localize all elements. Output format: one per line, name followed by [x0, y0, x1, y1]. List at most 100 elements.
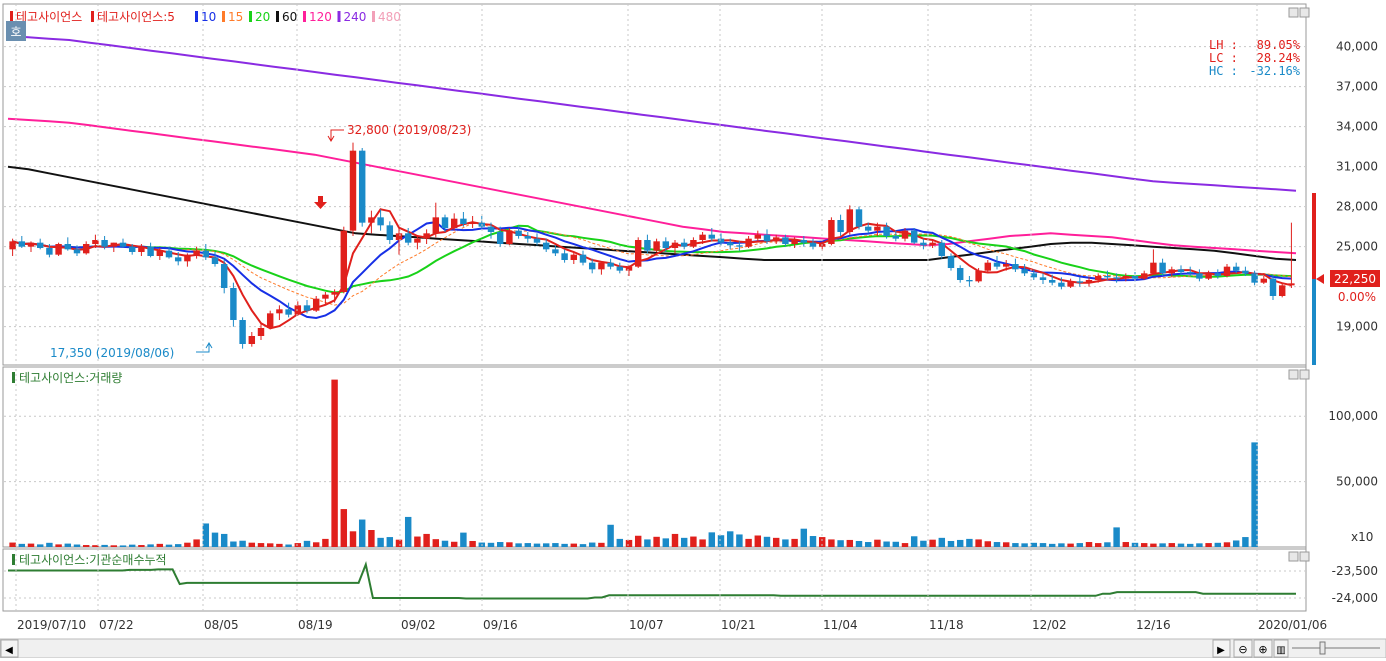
- legend-swatch: [337, 11, 341, 22]
- candle-body: [1196, 273, 1203, 279]
- inst-legend: 테고사이언스:기관순매수누적: [12, 553, 167, 567]
- candle-body: [294, 305, 302, 315]
- volume-bar: [46, 542, 53, 547]
- volume-bar: [772, 537, 780, 547]
- volume-bar: [717, 535, 725, 547]
- candle-body: [27, 242, 35, 247]
- x-tick-label: 09/16: [483, 618, 518, 632]
- candle-body: [358, 150, 366, 223]
- volume-bar: [561, 543, 568, 547]
- candle-body: [285, 309, 292, 315]
- candle-body: [138, 246, 145, 252]
- candle-body: [101, 240, 108, 247]
- x-tick-label: 12/02: [1032, 618, 1067, 632]
- volume-bar: [322, 538, 329, 547]
- current-change-label: 0.00%: [1338, 290, 1376, 304]
- minimize-icon[interactable]: [1288, 7, 1299, 18]
- candle-body: [966, 280, 973, 282]
- candle-body: [1039, 277, 1047, 280]
- volume-bar: [312, 542, 320, 547]
- candle-body: [515, 230, 522, 236]
- volume-bar: [239, 540, 246, 547]
- candle-body: [119, 242, 127, 247]
- volume-bar: [1048, 543, 1056, 547]
- volume-bar: [883, 541, 890, 547]
- minimize-icon[interactable]: [1288, 369, 1299, 380]
- candle-body: [450, 218, 458, 228]
- candle-body: [73, 249, 81, 254]
- candle-body: [717, 238, 725, 243]
- minimize-icon[interactable]: [1288, 551, 1299, 562]
- candle-body: [598, 262, 605, 270]
- candle-body: [1278, 285, 1286, 296]
- volume-bar: [754, 535, 762, 547]
- volume-bar: [147, 544, 154, 547]
- info-value: 89.05%: [1257, 38, 1301, 52]
- candle-body: [36, 242, 44, 248]
- volume-bar: [598, 542, 605, 547]
- volume-bar: [1242, 537, 1249, 547]
- candle-body: [404, 233, 412, 243]
- candle-body: [745, 238, 752, 247]
- volume-bar: [699, 539, 706, 547]
- x-tick-label: 08/05: [204, 618, 239, 632]
- volume-bar: [18, 543, 26, 547]
- candle-body: [699, 234, 706, 240]
- volume-bar: [110, 545, 118, 547]
- volume-bar: [1002, 542, 1010, 547]
- candle-body: [910, 230, 918, 243]
- volume-bar: [174, 544, 182, 547]
- volume-bar: [128, 544, 136, 547]
- volume-bar: [285, 544, 292, 547]
- candle-body: [165, 250, 173, 258]
- x-tick-label: 10/21: [721, 618, 756, 632]
- volume-bar: [27, 543, 35, 547]
- zoom-slider-thumb[interactable]: [1319, 641, 1326, 655]
- legend-label: 120: [309, 10, 332, 24]
- volume-legend: 테고사이언스:거래량: [12, 371, 122, 385]
- candle-body: [975, 270, 982, 282]
- candle-body: [18, 241, 26, 247]
- volume-bar: [119, 545, 127, 547]
- volume-bar: [736, 534, 743, 547]
- close-icon[interactable]: [1299, 369, 1310, 380]
- volume-bar: [36, 544, 44, 547]
- candle-body: [1186, 272, 1194, 274]
- close-icon[interactable]: [1299, 7, 1310, 18]
- candle-body: [460, 218, 467, 224]
- volume-bar: [782, 539, 789, 547]
- info-value: -32.16%: [1249, 64, 1300, 78]
- candle-body: [1030, 273, 1038, 278]
- volume-bar: [404, 516, 412, 547]
- candle-body: [441, 217, 449, 228]
- volume-bar: [1214, 542, 1222, 547]
- y-tick-label: 25,000: [1336, 240, 1378, 254]
- candle-body: [64, 244, 72, 250]
- legend-label: 테고사이언스:5: [97, 10, 175, 24]
- inst-panel-frame: [2, 548, 1307, 612]
- candle-body: [938, 242, 946, 256]
- x-tick-label: 12/16: [1136, 618, 1171, 632]
- volume-bar: [257, 543, 265, 547]
- candle-body: [892, 236, 900, 239]
- volume-bar: [101, 544, 108, 547]
- mode-badge-label: 호: [10, 25, 21, 39]
- candle-body: [1076, 281, 1084, 283]
- candle-body: [588, 262, 596, 270]
- volume-bar: [579, 544, 587, 547]
- scrollbar[interactable]: ◀ ▶ ⊖ ⊕ ▥: [0, 638, 1386, 659]
- legend-swatch: [372, 11, 375, 22]
- price-panel-frame: [2, 3, 1307, 366]
- x-tick-label: 11/18: [929, 618, 964, 632]
- candle-body: [147, 246, 154, 256]
- candle-body: [809, 242, 817, 247]
- volume-bar: [395, 539, 403, 547]
- volume-bar: [680, 537, 688, 547]
- y-tick-label: 19,000: [1336, 320, 1378, 334]
- candle-body: [1104, 276, 1111, 278]
- volume-bar: [358, 519, 366, 547]
- volume-bar: [552, 543, 559, 547]
- x-tick-label: 08/19: [298, 618, 333, 632]
- volume-bar: [524, 543, 532, 547]
- close-icon[interactable]: [1299, 551, 1310, 562]
